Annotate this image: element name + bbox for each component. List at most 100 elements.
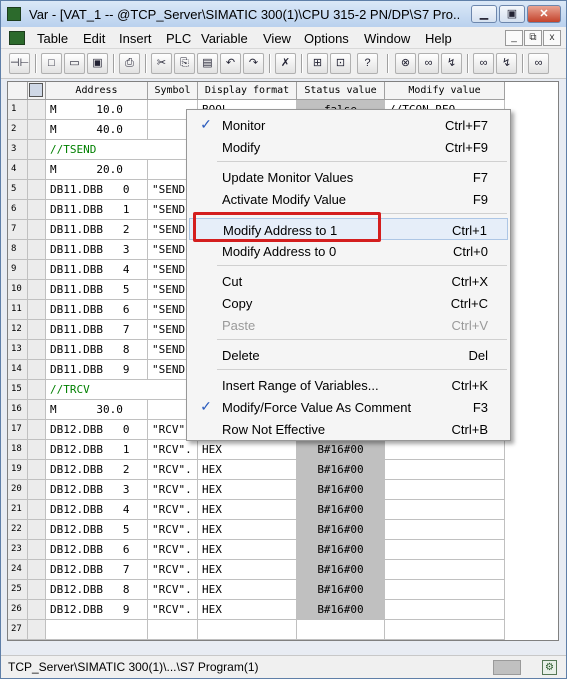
symbol-cell[interactable]: "RCV". (148, 540, 198, 560)
row-marker[interactable] (28, 620, 46, 640)
row-marker[interactable] (28, 140, 46, 160)
display-format-cell[interactable]: HEX (198, 460, 297, 480)
module-icon[interactable]: ⊡ (330, 53, 351, 74)
cut-icon[interactable]: ✂ (151, 53, 172, 74)
modify-value-cell[interactable] (385, 540, 505, 560)
row-marker[interactable] (28, 360, 46, 380)
menu-help[interactable]: Help (425, 31, 452, 46)
address-cell[interactable]: M 10.0 (46, 100, 148, 120)
table-row[interactable]: 20 DB12.DBB 3 "RCV". HEX B#16#00 (8, 480, 558, 500)
row-marker[interactable] (28, 300, 46, 320)
modify-value-cell[interactable] (385, 480, 505, 500)
menu-window[interactable]: Window (364, 31, 410, 46)
minimize-button[interactable]: ▁ (471, 5, 497, 23)
display-format-cell[interactable]: HEX (198, 520, 297, 540)
trigger-icon[interactable]: ∞ (528, 53, 549, 74)
modify-value-cell[interactable] (385, 600, 505, 620)
menu-item-monitor[interactable]: ✓ Monitor Ctrl+F7 (189, 114, 508, 136)
mdi-close-button[interactable]: x (543, 30, 561, 46)
address-cell[interactable]: M 20.0 (46, 160, 148, 180)
row-marker[interactable] (28, 340, 46, 360)
row-marker[interactable] (28, 100, 46, 120)
address-cell[interactable]: DB12.DBB 6 (46, 540, 148, 560)
row-marker[interactable] (28, 220, 46, 240)
modify-value-cell[interactable] (385, 580, 505, 600)
modify-value-cell[interactable] (385, 440, 505, 460)
table-row[interactable]: 21 DB12.DBB 4 "RCV". HEX B#16#00 (8, 500, 558, 520)
display-format-cell[interactable]: HEX (198, 580, 297, 600)
row-marker[interactable] (28, 560, 46, 580)
modify-value-cell[interactable] (385, 460, 505, 480)
save-icon[interactable]: ▣ (87, 53, 108, 74)
undo-icon[interactable]: ↶ (220, 53, 241, 74)
menu-item-cut[interactable]: Cut Ctrl+X (189, 270, 508, 292)
copy-icon[interactable]: ⎘ (174, 53, 195, 74)
menu-edit[interactable]: Edit (83, 31, 105, 46)
monitor-glasses-icon[interactable]: ∞ (418, 53, 439, 74)
new-file-icon[interactable]: □ (41, 53, 62, 74)
symbol-cell[interactable]: "RCV". (148, 520, 198, 540)
row-marker[interactable] (28, 380, 46, 400)
delete-icon[interactable]: ✗ (275, 53, 296, 74)
address-cell[interactable]: DB11.DBB 7 (46, 320, 148, 340)
redo-icon[interactable]: ↷ (243, 53, 264, 74)
header-symbol[interactable]: Symbol (148, 82, 198, 100)
display-format-cell[interactable]: HEX (198, 500, 297, 520)
address-cell[interactable]: DB11.DBB 1 (46, 200, 148, 220)
modify-value-cell[interactable] (385, 500, 505, 520)
symbol-cell[interactable]: "RCV". (148, 600, 198, 620)
menu-view[interactable]: View (263, 31, 291, 46)
table-row[interactable]: 25 DB12.DBB 8 "RCV". HEX B#16#00 (8, 580, 558, 600)
address-cell[interactable]: DB11.DBB 5 (46, 280, 148, 300)
row-marker[interactable] (28, 280, 46, 300)
row-marker[interactable] (28, 440, 46, 460)
monitor-icon[interactable]: ⊗ (395, 53, 416, 74)
symbol-cell[interactable]: "RCV". (148, 480, 198, 500)
paste-icon[interactable]: ▤ (197, 53, 218, 74)
address-cell[interactable]: DB12.DBB 7 (46, 560, 148, 580)
row-marker[interactable] (28, 540, 46, 560)
row-marker[interactable] (28, 520, 46, 540)
menu-item-row-not-effective[interactable]: Row Not Effective Ctrl+B (189, 418, 508, 440)
modify-value-cell[interactable] (385, 560, 505, 580)
row-marker[interactable] (28, 200, 46, 220)
print-icon[interactable]: ⎙ (119, 53, 140, 74)
display-format-cell[interactable]: HEX (198, 480, 297, 500)
row-marker[interactable] (28, 420, 46, 440)
symbol-cell[interactable]: "RCV". (148, 460, 198, 480)
monitor-all-icon[interactable]: ∞ (473, 53, 494, 74)
address-cell[interactable]: DB11.DBB 6 (46, 300, 148, 320)
modify-icon[interactable]: ↯ (441, 53, 462, 74)
address-cell[interactable]: DB11.DBB 0 (46, 180, 148, 200)
modify-all-icon[interactable]: ↯ (496, 53, 517, 74)
menu-item-modify[interactable]: Modify Ctrl+F9 (189, 136, 508, 158)
menu-item-activate-modify-value[interactable]: Activate Modify Value F9 (189, 188, 508, 210)
row-marker[interactable] (28, 320, 46, 340)
address-cell[interactable]: DB11.DBB 9 (46, 360, 148, 380)
display-format-cell[interactable] (198, 620, 297, 640)
table-row[interactable]: 23 DB12.DBB 6 "RCV". HEX B#16#00 (8, 540, 558, 560)
menu-options[interactable]: Options (304, 31, 349, 46)
row-marker[interactable] (28, 260, 46, 280)
header-address[interactable]: Address (46, 82, 148, 100)
address-cell[interactable]: DB12.DBB 0 (46, 420, 148, 440)
menu-item-copy[interactable]: Copy Ctrl+C (189, 292, 508, 314)
display-format-cell[interactable]: HEX (198, 600, 297, 620)
menu-insert[interactable]: Insert (119, 31, 152, 46)
table-row[interactable]: 18 DB12.DBB 1 "RCV". HEX B#16#00 (8, 440, 558, 460)
address-cell[interactable]: DB11.DBB 8 (46, 340, 148, 360)
menu-item-modify-force-value-as-comment[interactable]: ✓ Modify/Force Value As Comment F3 (189, 396, 508, 418)
row-marker[interactable] (28, 600, 46, 620)
connect-icon[interactable]: ⊣⊢ (9, 53, 30, 74)
network-icon[interactable]: ⊞ (307, 53, 328, 74)
table-row[interactable]: 24 DB12.DBB 7 "RCV". HEX B#16#00 (8, 560, 558, 580)
mdi-restore-button[interactable]: ⧉ (524, 30, 542, 46)
address-cell[interactable]: DB11.DBB 3 (46, 240, 148, 260)
address-cell[interactable]: DB12.DBB 4 (46, 500, 148, 520)
symbol-cell[interactable] (148, 620, 198, 640)
menu-item-delete[interactable]: Delete Del (189, 344, 508, 366)
symbol-cell[interactable]: "RCV". (148, 560, 198, 580)
display-format-cell[interactable]: HEX (198, 440, 297, 460)
row-marker[interactable] (28, 480, 46, 500)
address-cell[interactable]: DB11.DBB 4 (46, 260, 148, 280)
